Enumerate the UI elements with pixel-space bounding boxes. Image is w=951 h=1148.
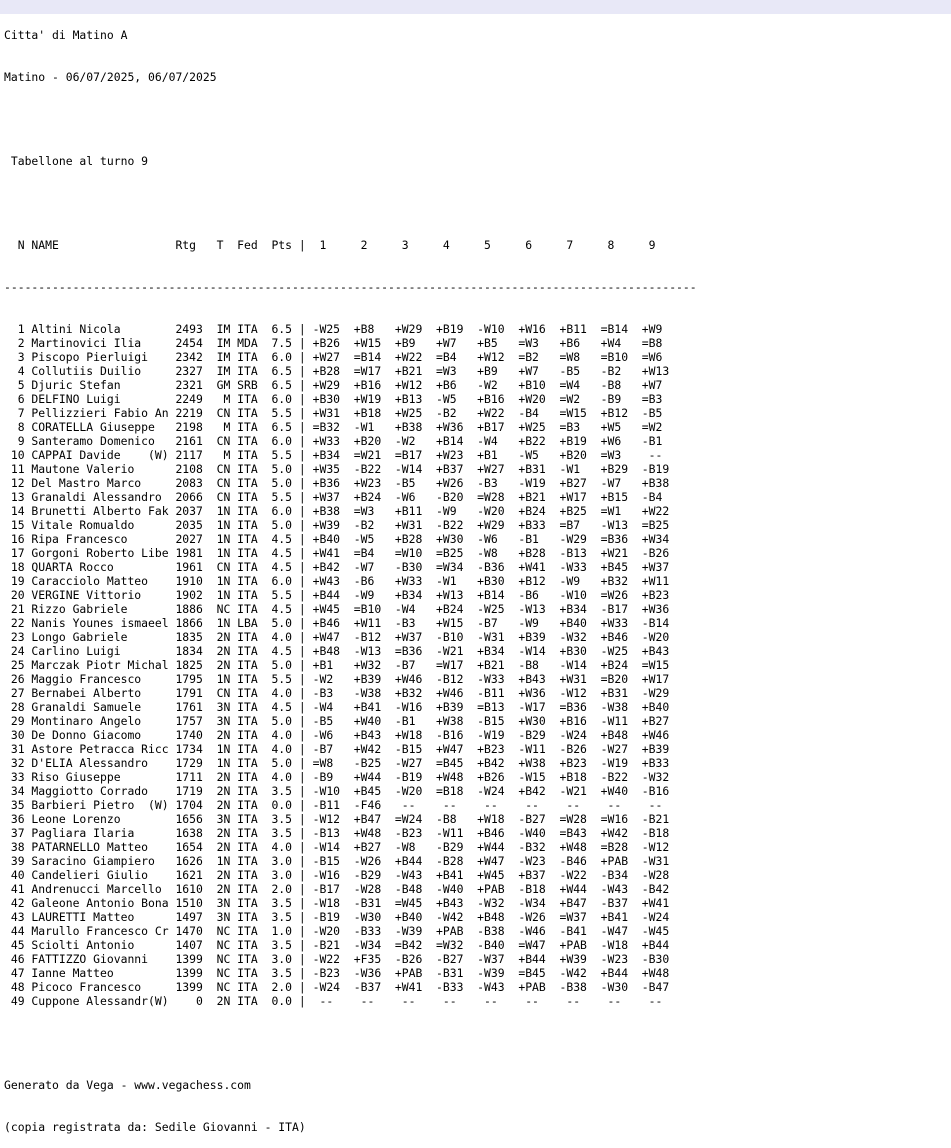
table-row: 31 Astore Petracca Ricc 1734 1N ITA 4.0 … [4,742,670,756]
table-row: 41 Andrenucci Marcello 1610 2N ITA 2.0 |… [4,882,670,896]
table-row: 44 Marullo Francesco Cr 1470 NC ITA 1.0 … [4,924,670,938]
board-title: Tabellone al turno 9 [4,154,149,168]
table-row: 14 Brunetti Alberto Fak 2037 1N ITA 6.0 … [4,504,670,518]
table-row: 24 Carlino Luigi 1834 2N ITA 4.5 | +B48 … [4,644,670,658]
table-row: 10 CAPPAI Davide (W) 2117 M ITA 5.5 | +B… [4,448,663,462]
tournament-subtitle: Matino - 06/07/2025, 06/07/2025 [4,70,217,84]
table-row: 46 FATTIZZO Giovanni 1399 NC ITA 3.0 | -… [4,952,670,966]
table-separator: ----------------------------------------… [4,280,697,294]
table-row: 47 Ianne Matteo 1399 NC ITA 3.5 | -B23 -… [4,966,670,980]
table-row: 40 Candelieri Giulio 1621 2N ITA 3.0 | -… [4,868,670,882]
table-row: 17 Gorgoni Roberto Libe 1981 1N ITA 4.5 … [4,546,670,560]
table-row: 7 Pellizzieri Fabio An 2219 CN ITA 5.5 |… [4,406,663,420]
table-row: 48 Picoco Francesco 1399 NC ITA 2.0 | -W… [4,980,670,994]
table-row: 25 Marczak Piotr Michal 1825 2N ITA 5.0 … [4,658,670,672]
table-row: 28 Granaldi Samuele 1761 3N ITA 4.5 | -W… [4,700,670,714]
table-row: 21 Rizzo Gabriele 1886 NC ITA 4.5 | +W45… [4,602,670,616]
table-row: 43 LAURETTI Matteo 1497 3N ITA 3.5 | -B1… [4,910,670,924]
table-row: 33 Riso Giuseppe 1711 2N ITA 4.0 | -B9 +… [4,770,670,784]
table-row: 19 Caracciolo Matteo 1910 1N ITA 6.0 | +… [4,574,670,588]
table-row: 22 Nanis Younes ismaeel 1866 1N LBA 5.0 … [4,616,670,630]
table-row: 35 Barbieri Pietro (W) 1704 2N ITA 0.0 |… [4,798,663,812]
table-row: 15 Vitale Romualdo 2035 1N ITA 5.0 | +W3… [4,518,670,532]
table-row: 18 QUARTA Rocco 1961 CN ITA 4.5 | +B42 -… [4,560,670,574]
table-row: 2 Martinovici Ilia 2454 IM MDA 7.5 | +B2… [4,336,663,350]
table-row: 5 Djuric Stefan 2321 GM SRB 6.5 | +W29 +… [4,378,663,392]
tournament-title: Citta' di Matino A [4,28,128,42]
table-row: 12 Del Mastro Marco 2083 CN ITA 5.0 | +B… [4,476,670,490]
table-row: 16 Ripa Francesco 2027 1N ITA 4.5 | +B40… [4,532,670,546]
table-row: 37 Pagliara Ilaria 1638 2N ITA 3.5 | -B1… [4,826,670,840]
standings-table-body: 1 Altini Nicola 2493 IM ITA 6.5 | -W25 +… [4,322,697,1008]
document-page: Citta' di Matino A Matino - 06/07/2025, … [4,0,697,1148]
table-row: 32 D'ELIA Alessandro 1729 1N ITA 5.0 | =… [4,756,670,770]
table-row: 39 Saracino Giampiero 1626 1N ITA 3.0 | … [4,854,670,868]
table-row: 27 Bernabei Alberto 1791 CN ITA 4.0 | -B… [4,686,670,700]
table-row: 26 Maggio Francesco 1795 1N ITA 5.5 | -W… [4,672,670,686]
table-row: 29 Montinaro Angelo 1757 3N ITA 5.0 | -B… [4,714,670,728]
table-row: 3 Piscopo Pierluigi 2342 IM ITA 6.0 | +W… [4,350,663,364]
table-row: 42 Galeone Antonio Bona 1510 3N ITA 3.5 … [4,896,670,910]
table-row: 34 Maggiotto Corrado 1719 2N ITA 3.5 | -… [4,784,670,798]
table-row: 6 DELFINO Luigi 2249 M ITA 6.0 | +B30 +W… [4,392,663,406]
table-row: 38 PATARNELLO Matteo 1654 2N ITA 4.0 | -… [4,840,670,854]
footer-generated-by: Generato da Vega - www.vegachess.com [4,1078,251,1092]
table-row: 13 Granaldi Alessandro 2066 CN ITA 5.5 |… [4,490,663,504]
table-row: 49 Cuppone Alessandr(W) 0 2N ITA 0.0 | -… [4,994,663,1008]
table-header: N NAME Rtg T Fed Pts | 1 2 3 4 5 6 7 8 9 [4,238,656,252]
table-row: 4 Collutiis Duilio 2327 IM ITA 6.5 | +B2… [4,364,670,378]
table-row: 45 Sciolti Antonio 1407 NC ITA 3.5 | -B2… [4,938,670,952]
table-row: 1 Altini Nicola 2493 IM ITA 6.5 | -W25 +… [4,322,663,336]
footer-registered-copy: (copia registrata da: Sedile Giovanni - … [4,1120,306,1134]
table-row: 20 VERGINE Vittorio 1902 1N ITA 5.5 | +B… [4,588,670,602]
table-row: 8 CORATELLA Giuseppe 2198 M ITA 6.5 | =B… [4,420,663,434]
table-row: 11 Mautone Valerio 2108 CN ITA 5.0 | +W3… [4,462,670,476]
table-row: 9 Santeramo Domenico 2161 CN ITA 6.0 | +… [4,434,663,448]
table-row: 30 De Donno Giacomo 1740 2N ITA 4.0 | -W… [4,728,670,742]
table-row: 23 Longo Gabriele 1835 2N ITA 4.0 | +W47… [4,630,670,644]
table-row: 36 Leone Lorenzo 1656 3N ITA 3.5 | -W12 … [4,812,670,826]
